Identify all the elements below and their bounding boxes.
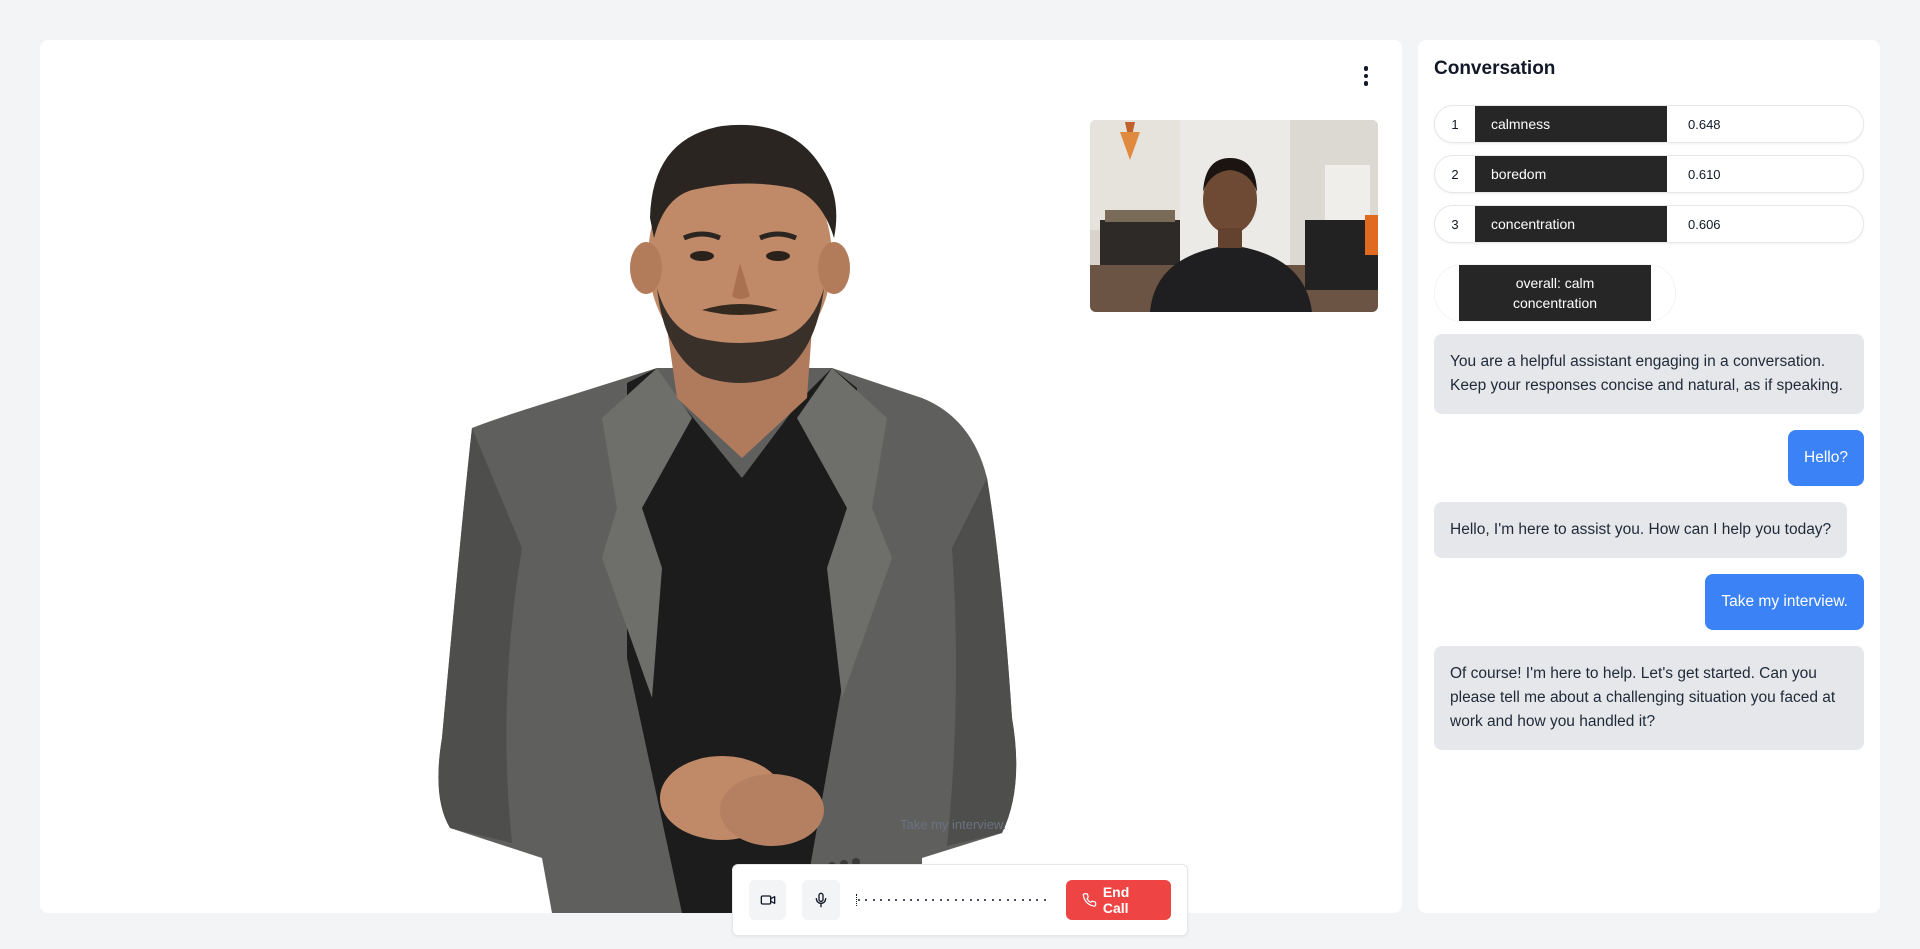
audio-level-dot (895, 899, 898, 901)
audio-level-dot (1036, 899, 1039, 901)
emotion-label: boredom (1475, 156, 1667, 192)
audio-level-dot (865, 899, 868, 901)
user-message: Take my interview. (1705, 574, 1864, 630)
microphone-icon (815, 892, 827, 908)
conversation-title: Conversation (1434, 58, 1556, 79)
audio-level-dot (939, 899, 942, 901)
overall-emotion-label: overall: calm concentration (1459, 265, 1651, 321)
audio-level-dot (999, 899, 1002, 901)
emotion-label: calmness (1475, 106, 1667, 142)
audio-level-dot (969, 899, 972, 901)
assistant-message: You are a helpful assistant engaging in … (1434, 334, 1864, 414)
phone-icon (1082, 893, 1097, 907)
assistant-message: Of course! I'm here to help. Let's get s… (1434, 646, 1864, 750)
audio-level-dot (954, 899, 957, 901)
audio-level-dot (1043, 899, 1046, 901)
self-view-webcam (1090, 120, 1378, 312)
more-vertical-icon-dot (1363, 73, 1369, 79)
audio-level-dot (924, 899, 927, 901)
end-call-label: End Call (1102, 884, 1130, 916)
overall-emotion-summary: overall: calm concentration (1434, 264, 1676, 322)
more-options-button[interactable] (1356, 60, 1376, 92)
emotion-row: 1 calmness 0.648 (1434, 105, 1864, 143)
emotion-rank: 2 (1451, 166, 1459, 182)
audio-level-dot (962, 899, 965, 901)
camera-toggle-button[interactable] (749, 880, 787, 920)
emotion-rank: 1 (1451, 116, 1459, 132)
audio-level-dot (1006, 899, 1009, 901)
emotion-score: 0.606 (1688, 216, 1721, 232)
call-control-bar: End Call (732, 864, 1188, 936)
emotion-row: 2 boredom 0.610 (1434, 155, 1864, 193)
emotion-score: 0.610 (1688, 166, 1721, 182)
audio-level-cursor (855, 894, 857, 906)
audio-level-dot (1029, 899, 1031, 901)
audio-level-dot (984, 899, 987, 901)
audio-level-dot (857, 899, 860, 901)
user-message: Hello? (1788, 430, 1864, 486)
audio-level-dot (947, 899, 950, 901)
assistant-message: Hello, I'm here to assist you. How can I… (1434, 502, 1848, 558)
emotion-rank: 3 (1451, 216, 1459, 232)
conversation-panel: Conversation 1 calmness 0.648 2 boredom … (1418, 40, 1880, 913)
audio-level-dot (976, 899, 979, 901)
more-vertical-icon (1363, 66, 1369, 71)
audio-level-visualizer (855, 880, 1046, 920)
audio-level-dot (917, 899, 920, 901)
audio-level-dot (872, 899, 875, 901)
audio-level-dot (880, 899, 883, 901)
audio-level-dot (1021, 899, 1024, 901)
audio-level-dot (910, 899, 912, 901)
emotion-row: 3 concentration 0.606 (1434, 205, 1864, 243)
live-caption: Take my interview. (900, 817, 1007, 832)
video-panel: Take my interview. (40, 40, 1402, 913)
end-call-button[interactable]: End Call (1065, 880, 1172, 920)
audio-level-dot (991, 899, 994, 901)
audio-level-dot (932, 899, 935, 901)
microphone-toggle-button[interactable] (802, 880, 840, 920)
more-vertical-icon-dot (1363, 81, 1369, 86)
audio-level-dot (1014, 899, 1017, 901)
audio-level-dot (887, 899, 890, 901)
emotion-label: concentration (1475, 206, 1667, 242)
emotion-score: 0.648 (1688, 116, 1721, 132)
ai-avatar-video (438, 124, 1017, 913)
audio-level-dot (902, 899, 905, 901)
video-camera-icon (760, 895, 776, 905)
